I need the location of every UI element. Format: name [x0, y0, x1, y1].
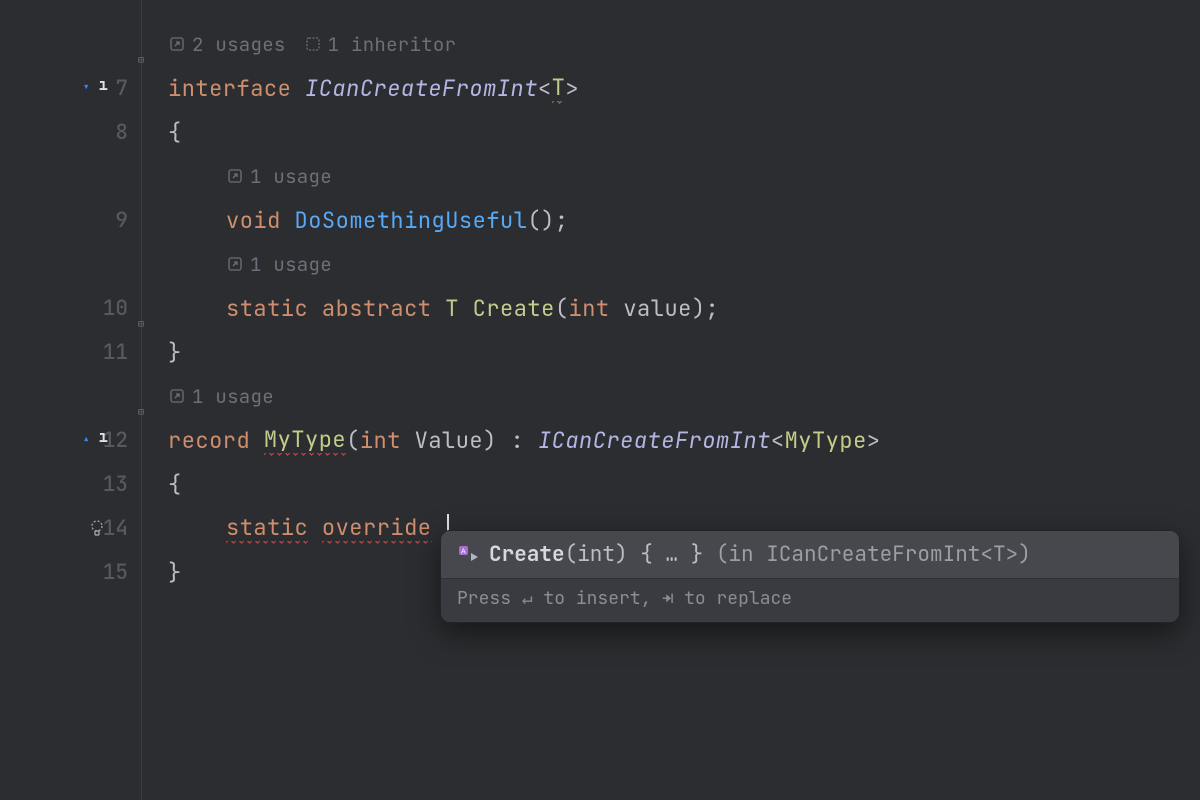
- gutter-spacer: [0, 242, 150, 286]
- code-area[interactable]: 2 usages 1 inheritor interface ICanCreat…: [150, 0, 1200, 800]
- type-ref: ICanCreateFromInt: [538, 426, 771, 455]
- brace: }: [168, 338, 182, 367]
- line-number-label: 9: [115, 207, 128, 234]
- code-line[interactable]: record MyType(int Value) : ICanCreateFro…: [168, 418, 1200, 462]
- completion-popup[interactable]: A Create(int) { … } (in ICanCreateFromIn…: [440, 530, 1180, 623]
- code-lens[interactable]: 1 usage: [168, 242, 1200, 286]
- parameter: value: [623, 294, 692, 323]
- implemented-icon[interactable]: ▾ı: [82, 78, 108, 99]
- line-number-label: 7: [115, 75, 128, 102]
- type-name: MyType: [264, 425, 346, 456]
- external-link-icon: [226, 255, 244, 273]
- usages-lens[interactable]: 1 usage: [168, 384, 274, 409]
- code-line[interactable]: {: [168, 462, 1200, 506]
- brace: {: [168, 470, 182, 499]
- code-line[interactable]: interface ICanCreateFromInt<T>: [168, 66, 1200, 110]
- svg-text:A: A: [461, 548, 466, 555]
- keyword: abstract: [322, 294, 432, 323]
- code-line[interactable]: static abstract T Create(int value);: [168, 286, 1200, 330]
- inheritors-label: 1 inheritor: [328, 32, 457, 57]
- bulb-icon[interactable]: [86, 517, 108, 539]
- code-line[interactable]: }: [168, 330, 1200, 374]
- line-number[interactable]: 13: [0, 462, 150, 506]
- line-number[interactable]: 11: [0, 330, 150, 374]
- usages-label: 2 usages: [192, 32, 286, 57]
- keyword: record: [168, 426, 250, 455]
- parameter: Value: [415, 426, 484, 455]
- external-link-icon: [168, 35, 186, 53]
- completion-signature: Create(int) { … } (in ICanCreateFromInt<…: [489, 541, 1031, 568]
- gutter: ⊟ ⊟ ⊟ ▾ı 7 8 9 10 11 ▴ı 12 13: [0, 0, 150, 800]
- code-line[interactable]: {: [168, 110, 1200, 154]
- keyword: int: [569, 294, 610, 323]
- type-name: ICanCreateFromInt: [305, 74, 538, 103]
- usages-lens[interactable]: 1 usage: [226, 164, 332, 189]
- method-name: Create: [473, 294, 555, 323]
- implements-icon[interactable]: ▴ı: [82, 430, 108, 451]
- line-number[interactable]: 8: [0, 110, 150, 154]
- usages-label: 1 usage: [192, 384, 274, 409]
- line-number[interactable]: ▾ı 7: [0, 66, 150, 110]
- gutter-spacer: [0, 154, 150, 198]
- completion-item[interactable]: A Create(int) { … } (in ICanCreateFromIn…: [441, 531, 1179, 578]
- external-link-icon: [168, 387, 186, 405]
- usages-lens[interactable]: 2 usages: [168, 32, 286, 57]
- code-lens[interactable]: 1 usage: [168, 374, 1200, 418]
- keyword: static: [226, 294, 308, 323]
- completion-hint: Press ↵ to insert, ⇥ to replace: [441, 578, 1179, 622]
- line-number-label: 8: [115, 119, 128, 146]
- line-number[interactable]: 14: [0, 506, 150, 550]
- method-name: DoSomethingUseful: [295, 206, 528, 235]
- line-number[interactable]: ▴ı 12: [0, 418, 150, 462]
- usages-lens[interactable]: 1 usage: [226, 252, 332, 277]
- usages-label: 1 usage: [250, 252, 332, 277]
- keyword: interface: [168, 74, 291, 103]
- code-lens[interactable]: 2 usages 1 inheritor: [168, 22, 1200, 66]
- type-ref: T: [445, 294, 459, 323]
- keyword: void: [226, 206, 281, 235]
- line-number[interactable]: 10: [0, 286, 150, 330]
- inheritors-lens[interactable]: 1 inheritor: [304, 32, 457, 57]
- type-param: T: [552, 73, 566, 104]
- method-icon: A: [457, 544, 479, 566]
- code-lens[interactable]: 1 usage: [168, 154, 1200, 198]
- line-number-label: 15: [103, 559, 128, 586]
- keyword: int: [360, 426, 401, 455]
- keyword: static: [226, 513, 308, 544]
- line-number-label: 13: [103, 471, 128, 498]
- code-line[interactable]: void DoSomethingUseful();: [168, 198, 1200, 242]
- brace: }: [168, 558, 182, 587]
- gutter-spacer: [0, 374, 150, 418]
- type-arg: MyType: [785, 426, 867, 455]
- line-number-label: 10: [103, 295, 128, 322]
- usages-label: 1 usage: [250, 164, 332, 189]
- brace: {: [168, 118, 182, 147]
- line-number-label: 11: [103, 339, 128, 366]
- keyword: override: [322, 513, 432, 544]
- code-editor[interactable]: ⊟ ⊟ ⊟ ▾ı 7 8 9 10 11 ▴ı 12 13: [0, 0, 1200, 800]
- line-number[interactable]: 15: [0, 550, 150, 594]
- gutter-spacer: [0, 22, 150, 66]
- line-number[interactable]: 9: [0, 198, 150, 242]
- inheritor-icon: [304, 35, 322, 53]
- external-link-icon: [226, 167, 244, 185]
